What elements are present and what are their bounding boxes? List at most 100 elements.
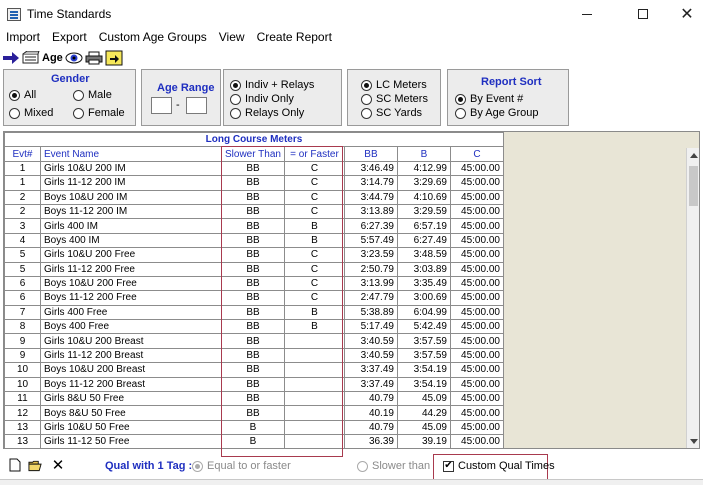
b-time-cell[interactable]: 3:57.59	[396, 333, 451, 349]
event-name-cell[interactable]: Boys 10&U 200 Free	[40, 275, 222, 292]
c-time-cell[interactable]: 45:00.00	[449, 290, 504, 306]
b-time-cell[interactable]: 3:00.69	[396, 290, 451, 306]
table-row[interactable]: 1 Girls 11-12 200 IM BB C 3:14.79 3:29.69 45:0…	[4, 175, 504, 191]
slower-than-cell[interactable]: BB	[221, 362, 285, 378]
by-event-radio[interactable]	[455, 93, 466, 105]
c-time-cell[interactable]: 45:00.00	[449, 218, 504, 234]
evt-cell[interactable]: 1	[4, 160, 41, 177]
event-name-cell[interactable]: Boys 10&U 200 Breast	[40, 362, 222, 378]
gender-female-radio[interactable]	[73, 107, 84, 119]
b-time-cell[interactable]: 3:48.59	[396, 247, 451, 263]
printer-icon[interactable]	[85, 50, 103, 67]
col-header-equal-or-faster[interactable]: = or Faster	[283, 146, 345, 162]
b-time-cell[interactable]: 44.29	[396, 405, 451, 421]
equal-or-faster-cell[interactable]: B	[283, 218, 345, 234]
table-row[interactable]: 4 Boys 400 IM BB B 5:57.49 6:27.49 45:00.00	[4, 232, 504, 249]
slower-than-cell[interactable]: B	[221, 434, 285, 448]
col-header-evt[interactable]: Evt#	[4, 146, 41, 162]
evt-cell[interactable]: 1	[4, 175, 41, 191]
sc-meters-option[interactable]: SC Meters	[361, 93, 428, 105]
slower-than-cell[interactable]: BB	[221, 160, 285, 177]
c-time-cell[interactable]: 45:00.00	[449, 189, 504, 205]
bb-time-cell[interactable]: 36.39	[343, 434, 398, 448]
b-time-cell[interactable]: 3:54.19	[396, 376, 451, 393]
c-time-cell[interactable]: 45:00.00	[449, 333, 504, 349]
evt-cell[interactable]: 7	[4, 304, 41, 321]
bb-time-cell[interactable]: 5:38.89	[343, 304, 398, 321]
c-time-cell[interactable]: 45:00.00	[449, 304, 504, 321]
bb-time-cell[interactable]: 2:50.79	[343, 261, 398, 277]
menu-export[interactable]: Export	[46, 29, 93, 46]
c-time-cell[interactable]: 45:00.00	[449, 347, 504, 364]
evt-cell[interactable]: 13	[4, 434, 41, 448]
b-time-cell[interactable]: 6:04.99	[396, 304, 451, 321]
b-time-cell[interactable]: 3:35.49	[396, 275, 451, 292]
b-time-cell[interactable]: 5:42.49	[396, 319, 451, 335]
bb-time-cell[interactable]: 3:40.59	[343, 333, 398, 349]
b-time-cell[interactable]: 3:29.59	[396, 203, 451, 220]
table-row[interactable]: 11 Girls 8&U 50 Free BB 40.79 45.09 45:00.00	[4, 391, 504, 407]
table-row[interactable]: 13 Girls 10&U 50 Free B 40.79 45.09 45:00.00	[4, 419, 504, 436]
equal-or-faster-cell[interactable]	[283, 333, 345, 349]
event-name-cell[interactable]: Boys 11-12 200 Breast	[40, 376, 222, 393]
col-header-c[interactable]: C	[449, 146, 504, 162]
table-row[interactable]: 13 Girls 11-12 50 Free B 36.39 39.19 45:00.00	[4, 434, 504, 448]
table-row[interactable]: 10 Boys 11-12 200 Breast BB 3:37.49 3:54.19 4…	[4, 376, 504, 393]
bb-time-cell[interactable]: 40.79	[343, 419, 398, 436]
scroll-down-icon[interactable]	[690, 439, 698, 444]
event-name-cell[interactable]: Girls 11-12 200 IM	[40, 175, 222, 191]
event-name-cell[interactable]: Boys 8&U 50 Free	[40, 405, 222, 421]
gender-mixed-radio[interactable]	[9, 107, 20, 119]
event-name-cell[interactable]: Boys 11-12 200 Free	[40, 290, 222, 306]
evt-cell[interactable]: 6	[4, 275, 41, 292]
bb-time-cell[interactable]: 3:44.79	[343, 189, 398, 205]
evt-cell[interactable]: 6	[4, 290, 41, 306]
slower-than-cell[interactable]: BB	[221, 333, 285, 349]
open-folder-icon[interactable]	[28, 458, 42, 472]
b-time-cell[interactable]: 6:57.19	[396, 218, 451, 234]
c-time-cell[interactable]: 45:00.00	[449, 319, 504, 335]
event-name-cell[interactable]: Girls 10&U 200 Free	[40, 247, 222, 263]
table-row[interactable]: 6 Boys 10&U 200 Free BB C 3:13.99 3:35.49 45:0…	[4, 275, 504, 292]
by-age-group-radio[interactable]	[455, 107, 466, 119]
bb-time-cell[interactable]: 3:14.79	[343, 175, 398, 191]
maximize-button[interactable]	[620, 0, 666, 28]
equal-or-faster-cell[interactable]: C	[283, 189, 345, 205]
slower-than-cell[interactable]: BB	[221, 391, 285, 407]
c-time-cell[interactable]: 45:00.00	[449, 391, 504, 407]
b-time-cell[interactable]: 4:10.69	[396, 189, 451, 205]
equal-or-faster-option[interactable]: Equal to or faster	[192, 460, 291, 472]
slower-than-radio[interactable]	[357, 460, 368, 472]
c-time-cell[interactable]: 45:00.00	[449, 175, 504, 191]
age-toolbar-label[interactable]: Age	[42, 52, 63, 64]
relays-only-option[interactable]: Relays Only	[230, 107, 304, 119]
b-time-cell[interactable]: 3:57.59	[396, 347, 451, 364]
table-row[interactable]: 9 Girls 10&U 200 Breast BB 3:40.59 3:57.59 45…	[4, 333, 504, 349]
slower-than-cell[interactable]: BB	[221, 218, 285, 234]
gender-female-option[interactable]: Female	[73, 107, 125, 119]
equal-or-faster-cell[interactable]	[283, 376, 345, 393]
bb-time-cell[interactable]: 3:37.49	[343, 376, 398, 393]
indiv-relays-option[interactable]: Indiv + Relays	[230, 79, 314, 91]
b-time-cell[interactable]: 45.09	[396, 419, 451, 436]
col-header-bb[interactable]: BB	[343, 146, 398, 162]
scroll-thumb[interactable]	[689, 166, 698, 206]
bb-time-cell[interactable]: 3:46.49	[343, 160, 398, 177]
table-row[interactable]: 1 Girls 10&U 200 IM BB C 3:46.49 4:12.99 45:00…	[4, 160, 504, 177]
bb-time-cell[interactable]: 40.19	[343, 405, 398, 421]
by-event-option[interactable]: By Event #	[455, 93, 523, 105]
evt-cell[interactable]: 11	[4, 391, 41, 407]
equal-or-faster-cell[interactable]: C	[283, 160, 345, 177]
event-name-cell[interactable]: Girls 11-12 200 Free	[40, 261, 222, 277]
evt-cell[interactable]: 2	[4, 203, 41, 220]
event-name-cell[interactable]: Girls 10&U 50 Free	[40, 419, 222, 436]
table-row[interactable]: 12 Boys 8&U 50 Free BB 40.19 44.29 45:00.00	[4, 405, 504, 421]
export-icon[interactable]	[105, 50, 123, 67]
c-time-cell[interactable]: 45:00.00	[449, 405, 504, 421]
evt-cell[interactable]: 9	[4, 333, 41, 349]
bb-time-cell[interactable]: 3:23.59	[343, 247, 398, 263]
table-row[interactable]: 8 Boys 400 Free BB B 5:17.49 5:42.49 45:00.00	[4, 319, 504, 335]
lc-meters-radio[interactable]	[361, 79, 372, 91]
equal-or-faster-cell[interactable]: C	[283, 290, 345, 306]
c-time-cell[interactable]: 45:00.00	[449, 261, 504, 277]
